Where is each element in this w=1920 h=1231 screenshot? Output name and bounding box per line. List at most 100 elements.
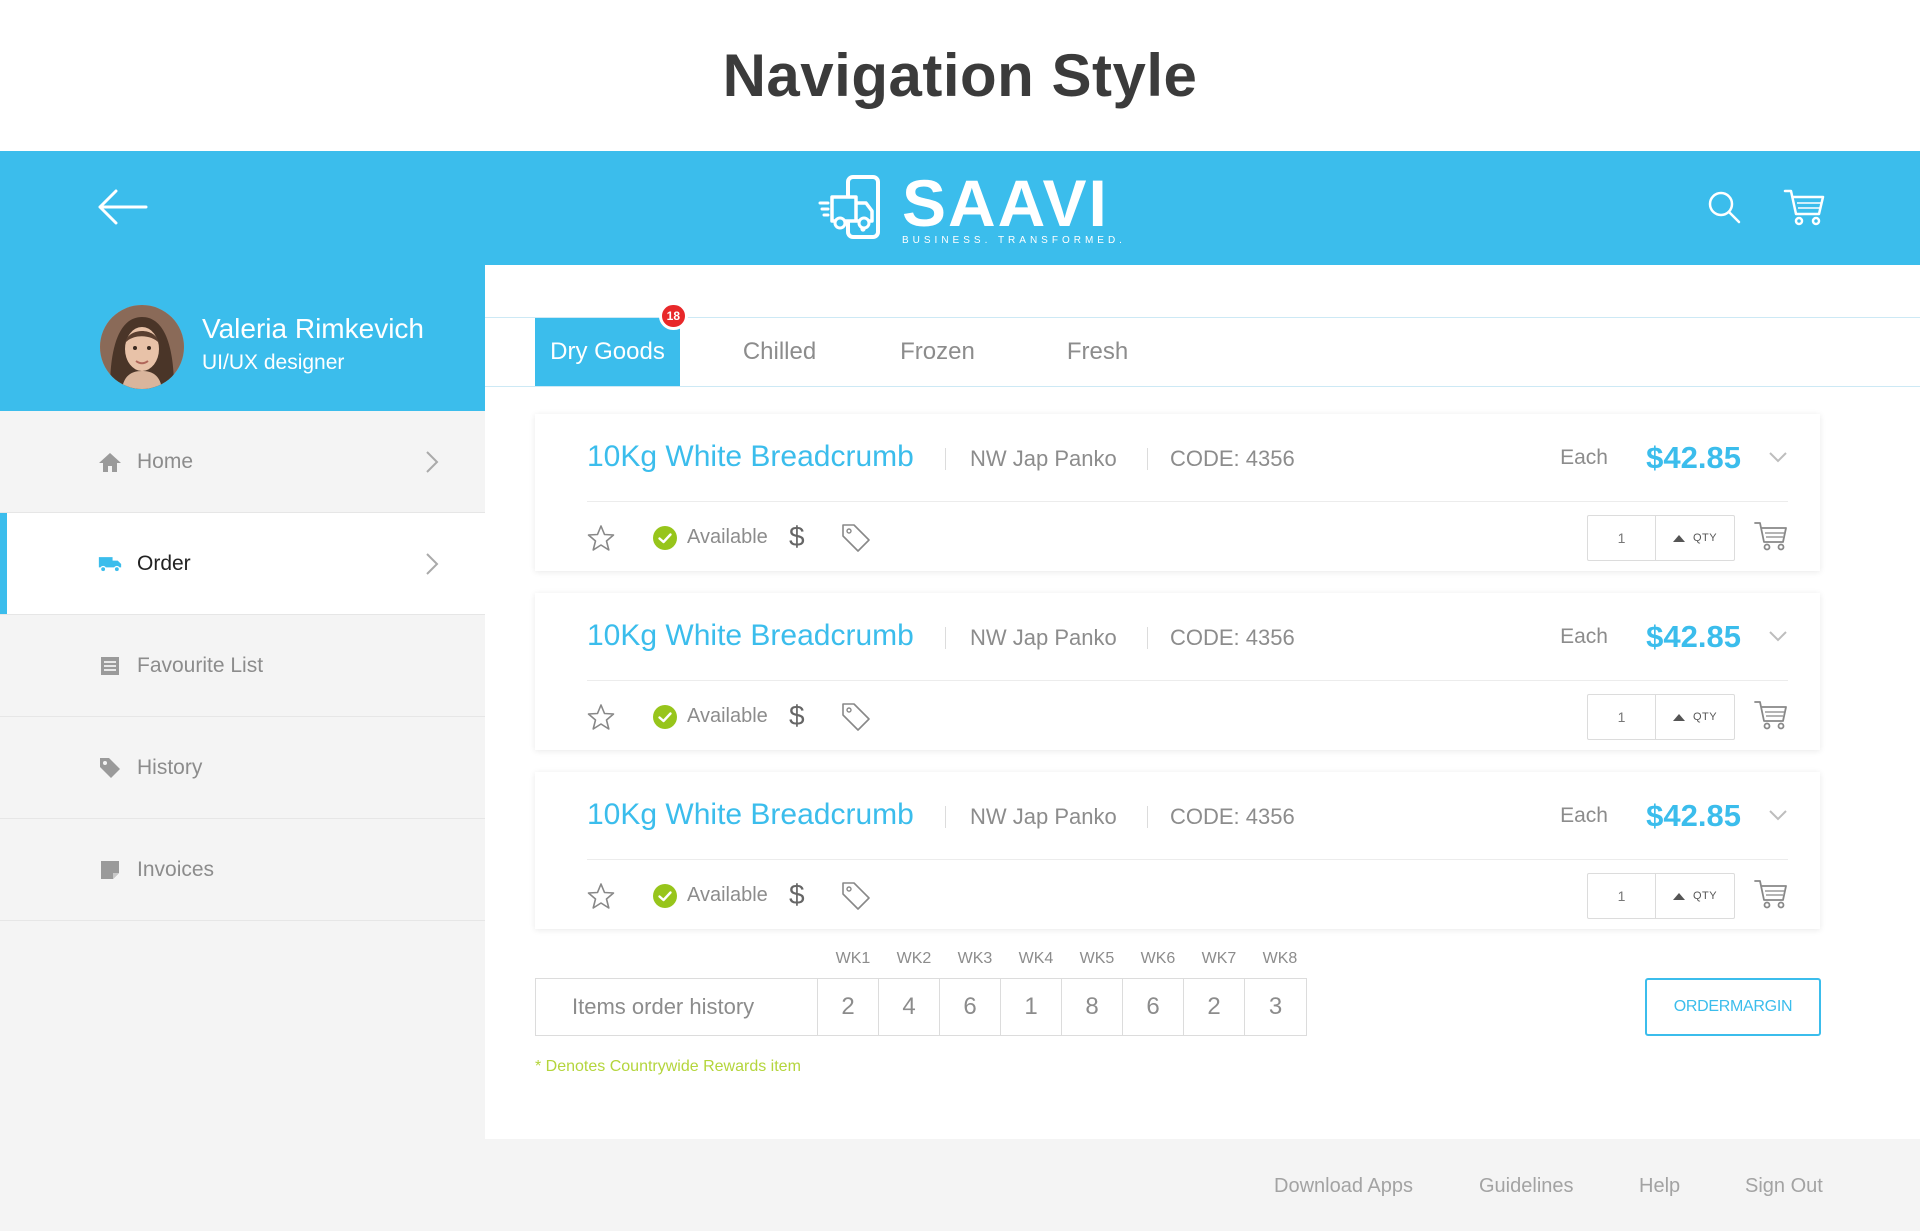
qty-label: QTY	[1692, 711, 1718, 723]
dollar-icon[interactable]: $	[789, 522, 805, 552]
quantity-increment-button[interactable]: QTY	[1656, 874, 1734, 918]
divider	[1147, 448, 1148, 470]
category-tabs: Dry Goods 18 Chilled Frozen Fresh	[485, 302, 1920, 387]
profile-panel: Valeria Rimkevich UI/UX designer	[0, 265, 485, 411]
add-to-cart-icon[interactable]	[1754, 699, 1788, 731]
add-to-cart-icon[interactable]	[1754, 520, 1788, 552]
product-name[interactable]: 10Kg White Breadcrumb	[587, 798, 914, 832]
star-icon[interactable]	[587, 524, 615, 552]
quantity-increment-button[interactable]: QTY	[1656, 695, 1734, 739]
product-price: $42.85	[1646, 798, 1741, 833]
tag-icon	[98, 756, 122, 780]
add-to-cart-icon[interactable]	[1754, 878, 1788, 910]
sidebar-item-favourite-list[interactable]: Favourite List	[0, 615, 485, 717]
top-bar: SAAVI BUSINESS. TRANSFORMED.	[0, 151, 1920, 265]
order-margin-button[interactable]: ORDERMARGIN	[1645, 978, 1821, 1036]
quantity-input[interactable]	[1588, 874, 1656, 918]
tab-chilled[interactable]: Chilled	[707, 318, 852, 386]
week-header: WK6	[1140, 950, 1176, 967]
chevron-down-icon[interactable]	[1768, 629, 1788, 643]
truck-icon	[98, 552, 122, 576]
chevron-down-icon[interactable]	[1768, 808, 1788, 822]
product-brand: NW Jap Panko	[970, 804, 1117, 829]
arrow-up-icon	[1672, 892, 1685, 900]
brand-tagline: BUSINESS. TRANSFORMED.	[902, 234, 1126, 246]
product-unit: Each	[1560, 625, 1608, 648]
main-panel: Dry Goods 18 Chilled Frozen Fresh 10Kg W…	[485, 265, 1920, 1139]
price-tag-icon[interactable]	[841, 523, 871, 553]
search-icon[interactable]	[1706, 189, 1742, 225]
qty-label: QTY	[1692, 532, 1718, 544]
divider	[1147, 806, 1148, 828]
rewards-note: * Denotes Countrywide Rewards item	[535, 1058, 801, 1075]
history-cell: 6	[940, 979, 1001, 1035]
chevron-down-icon[interactable]	[1768, 450, 1788, 464]
sidebar-item-history[interactable]: History	[0, 717, 485, 819]
invoice-icon	[98, 858, 122, 882]
footer-link-download-apps[interactable]: Download Apps	[1274, 1175, 1413, 1198]
history-cell: 8	[1062, 979, 1123, 1035]
product-card: 10Kg White Breadcrumb NW Jap Panko CODE:…	[535, 593, 1820, 750]
quantity-stepper: QTY	[1587, 515, 1735, 561]
check-circle-icon	[653, 705, 677, 729]
tab-fresh[interactable]: Fresh	[1025, 318, 1170, 386]
list-icon	[98, 654, 122, 678]
price-tag-icon[interactable]	[841, 881, 871, 911]
footer-link-help[interactable]: Help	[1639, 1175, 1680, 1198]
arrow-up-icon	[1672, 534, 1685, 542]
avatar[interactable]	[100, 305, 184, 389]
sidebar-item-order[interactable]: Order	[0, 513, 485, 615]
product-card: 10Kg White Breadcrumb NW Jap Panko CODE:…	[535, 414, 1820, 571]
tab-label: Frozen	[900, 338, 975, 365]
back-arrow-icon[interactable]	[98, 187, 150, 227]
history-cell: 2	[1184, 979, 1245, 1035]
product-brand: NW Jap Panko	[970, 446, 1117, 471]
product-code: CODE: 4356	[1170, 625, 1295, 650]
availability-status: Available	[687, 526, 768, 548]
sidebar-item-home[interactable]: Home	[0, 411, 485, 513]
brand-logo: SAAVI BUSINESS. TRANSFORMED.	[818, 165, 1126, 247]
delivery-phone-icon	[818, 171, 894, 247]
sidebar-item-label: Home	[137, 449, 194, 473]
product-price: $42.85	[1646, 619, 1741, 654]
sidebar-item-invoices[interactable]: Invoices	[0, 819, 485, 921]
brand-name: SAAVI	[902, 165, 1109, 240]
star-icon[interactable]	[587, 882, 615, 910]
cart-icon[interactable]	[1783, 187, 1825, 227]
footer-link-sign-out[interactable]: Sign Out	[1745, 1175, 1823, 1198]
page-title: Navigation Style	[722, 42, 1198, 109]
order-history-label: Items order history	[536, 979, 818, 1035]
arrow-up-icon	[1672, 713, 1685, 721]
product-name[interactable]: 10Kg White Breadcrumb	[587, 619, 914, 653]
product-code: CODE: 4356	[1170, 804, 1295, 829]
divider	[945, 448, 946, 470]
availability-status: Available	[687, 705, 768, 727]
home-icon	[98, 450, 122, 474]
history-cell: 1	[1001, 979, 1062, 1035]
star-icon[interactable]	[587, 703, 615, 731]
price-tag-icon[interactable]	[841, 702, 871, 732]
chevron-right-icon	[426, 553, 439, 575]
history-cell: 3	[1268, 993, 1283, 1020]
week-header: WK8	[1262, 950, 1298, 967]
history-cell: 6	[1123, 979, 1184, 1035]
order-history-table: Items order history 2 4 6 1 8 6 2 3	[535, 978, 1307, 1036]
dollar-icon[interactable]: $	[789, 701, 805, 731]
product-name[interactable]: 10Kg White Breadcrumb	[587, 440, 914, 474]
tab-frozen[interactable]: Frozen	[865, 318, 1010, 386]
profile-name: Valeria Rimkevich	[202, 313, 424, 344]
chevron-right-icon	[426, 451, 439, 473]
week-header: WK5	[1079, 950, 1115, 967]
quantity-stepper: QTY	[1587, 694, 1735, 740]
dollar-icon[interactable]: $	[789, 880, 805, 910]
footer-link-guidelines[interactable]: Guidelines	[1479, 1175, 1574, 1198]
quantity-input[interactable]	[1588, 516, 1656, 560]
sidebar-item-label: Order	[137, 551, 191, 575]
product-unit: Each	[1560, 446, 1608, 469]
product-price: $42.85	[1646, 440, 1741, 475]
quantity-input[interactable]	[1588, 695, 1656, 739]
tab-dry-goods[interactable]: Dry Goods 18	[535, 302, 688, 386]
check-circle-icon	[653, 526, 677, 550]
quantity-increment-button[interactable]: QTY	[1656, 516, 1734, 560]
week-header: WK4	[1018, 950, 1054, 967]
